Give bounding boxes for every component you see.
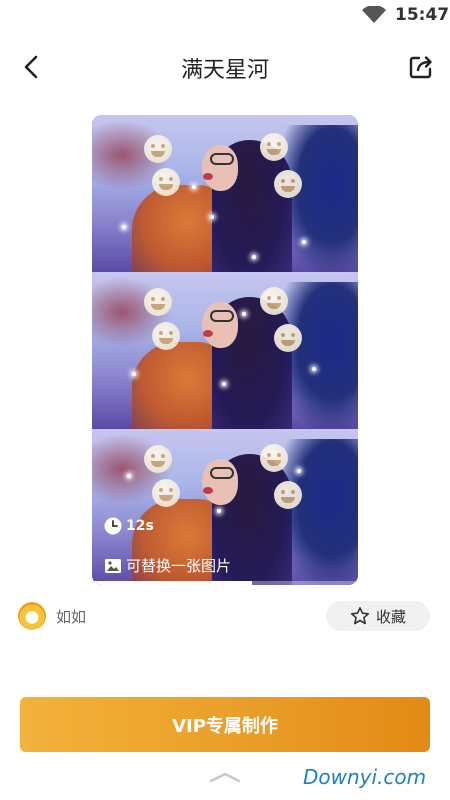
author-info[interactable]: 如如 — [18, 600, 86, 632]
emoji-sticker — [260, 287, 288, 315]
emoji-sticker — [144, 288, 172, 316]
preview-frame — [92, 115, 358, 272]
playback-progress-fill — [92, 581, 252, 585]
duration-badge: 12s — [104, 517, 154, 535]
share-icon — [409, 56, 432, 79]
template-preview[interactable]: 12s 可替换一张图片 — [92, 115, 358, 585]
emoji-sticker — [144, 445, 172, 473]
favorite-label: 收藏 — [375, 607, 406, 626]
image-icon — [105, 558, 121, 573]
emoji-sticker — [152, 322, 180, 350]
favorite-button[interactable]: 收藏 — [326, 601, 430, 631]
vip-make-button[interactable]: VIP专属制作 — [20, 697, 430, 752]
chevron-up-icon[interactable] — [208, 770, 242, 784]
star-icon — [350, 607, 370, 625]
vip-make-label: VIP专属制作 — [172, 715, 278, 737]
clock-icon — [104, 517, 122, 535]
header: 满天星河 — [0, 40, 450, 92]
emoji-sticker — [274, 170, 302, 198]
share-button[interactable] — [404, 50, 438, 84]
emoji-sticker — [152, 479, 180, 507]
page-title: 满天星河 — [180, 58, 269, 83]
emoji-sticker — [152, 168, 180, 196]
emoji-sticker — [274, 324, 302, 352]
emoji-sticker — [274, 481, 302, 509]
wifi-icon — [362, 6, 386, 23]
emoji-sticker — [260, 444, 288, 472]
watermark: Downyi.com — [303, 765, 427, 789]
replace-hint-text: 可替换一张图片 — [126, 557, 232, 575]
preview-frame — [92, 272, 358, 429]
avatar — [18, 602, 46, 630]
emoji-sticker — [144, 135, 172, 163]
author-name: 如如 — [56, 607, 87, 626]
playback-progress[interactable] — [92, 581, 358, 585]
emoji-sticker — [260, 133, 288, 161]
replace-hint: 可替换一张图片 — [104, 555, 231, 576]
status-bar: 15:47 — [0, 0, 450, 30]
duration-text: 12s — [126, 518, 154, 534]
status-time: 15:47 — [395, 5, 450, 25]
